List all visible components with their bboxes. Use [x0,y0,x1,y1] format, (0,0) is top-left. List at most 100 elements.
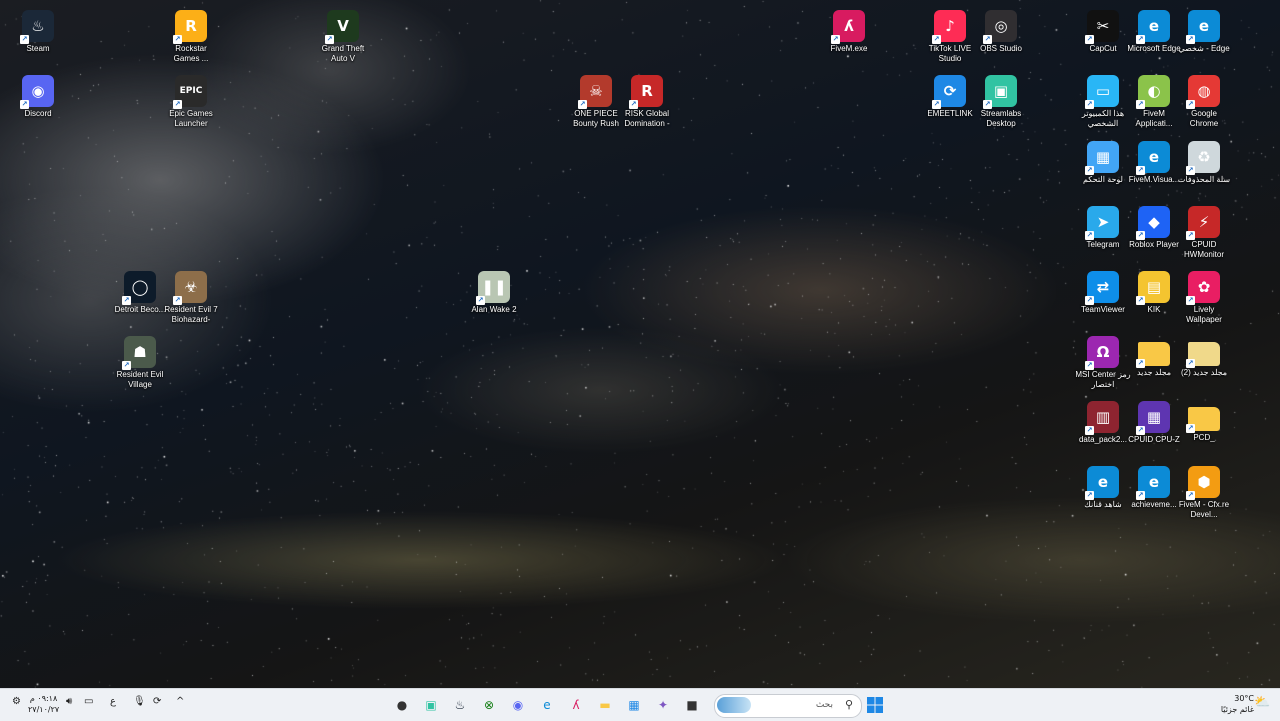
desktop-icon-label: Lively Wallpaper [1186,305,1222,324]
desktop-icon-hwmonitor[interactable]: ⚡ ↗ CPUID HWMonitor [1176,202,1232,260]
shortcut-arrow-icon: ↗ [578,100,587,109]
desktop-icon-achieveme[interactable]: e ↗ achieveme... [1126,462,1182,510]
shortcut-arrow-icon: ↗ [1136,491,1145,500]
desktop-icon-label: Detroit Beco... [114,305,166,314]
desktop-icon-steam[interactable]: ♨ ↗ Steam [10,6,66,54]
taskbar-app-edge[interactable]: e [537,695,557,715]
desktop-icon-label: CPUID HWMonitor [1183,240,1224,259]
desktop-icon-shahid[interactable]: e ↗ شاهد قنانك [1075,462,1131,510]
desktop-icon-newfolder[interactable]: ↗ مجلد جديد [1126,332,1182,378]
desktop-icon-edge-personal[interactable]: e ↗ شخصي - Edge [1176,6,1232,54]
shortcut-arrow-icon: ↗ [983,35,992,44]
taskbar-app-explorer[interactable]: ▬ [595,695,615,715]
desktop-icon-re7[interactable]: ☣ ↗ Resident Evil 7 Biohazard- [163,267,219,325]
shortcut-arrow-icon: ↗ [1085,100,1094,109]
desktop-icon-pcd[interactable]: ↗ PCD_ [1176,397,1232,443]
desktop-icon-chrome[interactable]: ◍ ↗ Google Chrome [1176,71,1232,129]
taskbar-search[interactable]: بحث ⚲ [714,694,862,718]
shortcut-arrow-icon: ↗ [831,35,840,44]
desktop-icon-teamviewer[interactable]: ⇄ ↗ TeamViewer [1075,267,1131,315]
desktop-icon-epic[interactable]: EPIC ↗ Epic Games Launcher [163,71,219,129]
desktop-icon-fivem-app[interactable]: ◐ ↗ FiveM Applicati... [1126,71,1182,129]
shortcut-arrow-icon: ↗ [1136,35,1145,44]
desktop-icon-onepiece[interactable]: ☠ ↗ ONE PIECE Bounty Rush [568,71,624,129]
shahid-icon: e ↗ [1085,466,1119,500]
controlpanel-icon: ▦ ↗ [1085,141,1119,175]
desktop-icon-controlpanel[interactable]: ▦ ↗ لوحة التحكم [1075,137,1131,185]
taskbar-clock[interactable]: ٠٩:١٨ م ٢٧/١٠/٢٧ [28,693,59,715]
thispc-icon: ▭ ↗ [1085,75,1119,109]
desktop-icon-label: achieveme... [1131,500,1177,509]
weather-widget[interactable]: 30°C غائم جزئيًا [1221,693,1254,715]
taskbar-app-fivem[interactable]: ʎ [566,695,586,715]
desktop-icon-label: CapCut [1089,44,1117,53]
shortcut-arrow-icon: ↗ [1186,359,1195,368]
desktop-icon-detroit[interactable]: ◯ ↗ Detroit Beco... [112,267,168,315]
teamviewer-icon: ⇄ ↗ [1085,271,1119,305]
desktop-icon-edge[interactable]: e ↗ Microsoft Edge [1126,6,1182,54]
desktop-icon-telegram[interactable]: ➤ ↗ Telegram [1075,202,1131,250]
taskbar-app-xbox[interactable]: ⊗ [479,695,499,715]
taskbar-app-steam[interactable]: ♨ [450,695,470,715]
language-indicator[interactable]: ع [110,696,116,707]
desktop-icon-datapack[interactable]: ▥ ↗ data_pack2... [1075,397,1131,445]
desktop-icon-roblox[interactable]: ◆ ↗ Roblox Player [1126,202,1182,250]
notification-gear-icon[interactable]: ⚙ [12,696,21,707]
desktop-icon-discord[interactable]: ◉ ↗ Discord [10,71,66,119]
taskbar-app-copilot[interactable]: ✦ [653,695,673,715]
fivem-visual-icon: e ↗ [1136,141,1170,175]
desktop-icon-fivem-dev[interactable]: ⬢ ↗ FiveM - Cfx.re Devel... [1176,462,1232,520]
shortcut-arrow-icon: ↗ [1136,231,1145,240]
tray-overflow-chevron-icon[interactable]: ^ [176,696,184,707]
start-button[interactable] [865,695,885,715]
desktop-icon-label: مجلد جديد [1136,368,1172,377]
desktop-icon-thispc[interactable]: ▭ ↗ هذا الكمبيوتر الشخصي [1075,71,1131,129]
taskbar-app-streamlabs[interactable]: ▣ [421,695,441,715]
desktop-icon-re-village[interactable]: ☗ ↗ Resident Evil Village [112,332,168,390]
weather-temp: 30°C [1234,694,1254,703]
shortcut-arrow-icon: ↗ [20,100,29,109]
desktop-icon-alanwake[interactable]: ❚❚ ↗ Alan Wake 2 [466,267,522,315]
taskbar-app-gta[interactable]: ● [392,695,412,715]
desktop-icon-rockstar[interactable]: R ↗ Rockstar Games ... [163,6,219,64]
desktop-icon-label: ONE PIECE Bounty Rush [573,109,619,128]
desktop-icon-label: FiveM Applicati... [1135,109,1173,128]
shortcut-arrow-icon: ↗ [1085,35,1094,44]
volume-icon[interactable]: 🔊︎ [66,696,72,707]
emeet-icon: ⟳ ↗ [932,75,966,109]
desktop-icon-risk[interactable]: R ↗ RISK Global Domination - [619,71,675,129]
shortcut-arrow-icon: ↗ [1136,359,1145,368]
desktop-icon-obs[interactable]: ◎ ↗ OBS Studio [973,6,1029,54]
desktop-icon-lively[interactable]: ✿ ↗ Lively Wallpaper [1176,267,1232,325]
desktop-icon-label: Google Chrome [1189,109,1219,128]
desktop-icon-label: هذا الكمبيوتر الشخصي [1081,109,1125,128]
taskbar-app-store[interactable]: ▦ [624,695,644,715]
datapack-icon: ▥ ↗ [1085,401,1119,435]
discord-icon: ◉ ↗ [20,75,54,109]
microphone-icon[interactable]: 🎙︎ [133,696,146,707]
desktop-icon-gta[interactable]: V ↗ Grand Theft Auto V [315,6,371,64]
desktop-icon-label: EMEETLINK [927,109,973,118]
desktop-icon-label: شخصي - Edge [1178,44,1230,53]
desktop-icon-label: Resident Evil 7 Biohazard- [164,305,218,324]
edge-icon: e ↗ [1136,10,1170,44]
desktop-icon-newfolder2[interactable]: ↗ (2) مجلد جديد [1176,332,1232,378]
shortcut-arrow-icon: ↗ [932,35,941,44]
sync-icon[interactable]: ⟳ [153,696,161,707]
desktop-icon-tiktok[interactable]: ♪ ↗ TikTok LIVE Studio [922,6,978,64]
desktop-icon-recyclebin[interactable]: ♻ ↗ سلة المحذوفات [1176,137,1232,185]
desktop-icon-fivemexe[interactable]: ʎ ↗ FiveM.exe [821,6,877,54]
desktop-icon-cpuz[interactable]: ▦ ↗ CPUID CPU-Z [1126,397,1182,445]
taskbar-app-app[interactable]: ■ [682,695,702,715]
search-highlight-image [717,697,751,713]
desktop-icon-fivem-visual[interactable]: e ↗ FiveM.Visua... [1126,137,1182,185]
desktop-icon-msi[interactable]: Ω ↗ MSI Center رمز اختصار [1075,332,1131,390]
desktop-icon-streamlabs[interactable]: ▣ ↗ Streamlabs Desktop [973,71,1029,129]
desktop-icon-capcut[interactable]: ✂ ↗ CapCut [1075,6,1131,54]
shortcut-arrow-icon: ↗ [173,296,182,305]
shortcut-arrow-icon: ↗ [1085,296,1094,305]
taskbar-app-discord[interactable]: ◉ [508,695,528,715]
desktop-icon-kik[interactable]: ▤ ↗ KIK [1126,267,1182,315]
desktop-icon-emeet[interactable]: ⟳ ↗ EMEETLINK [922,71,978,119]
network-icon[interactable]: ▭ [84,696,93,707]
